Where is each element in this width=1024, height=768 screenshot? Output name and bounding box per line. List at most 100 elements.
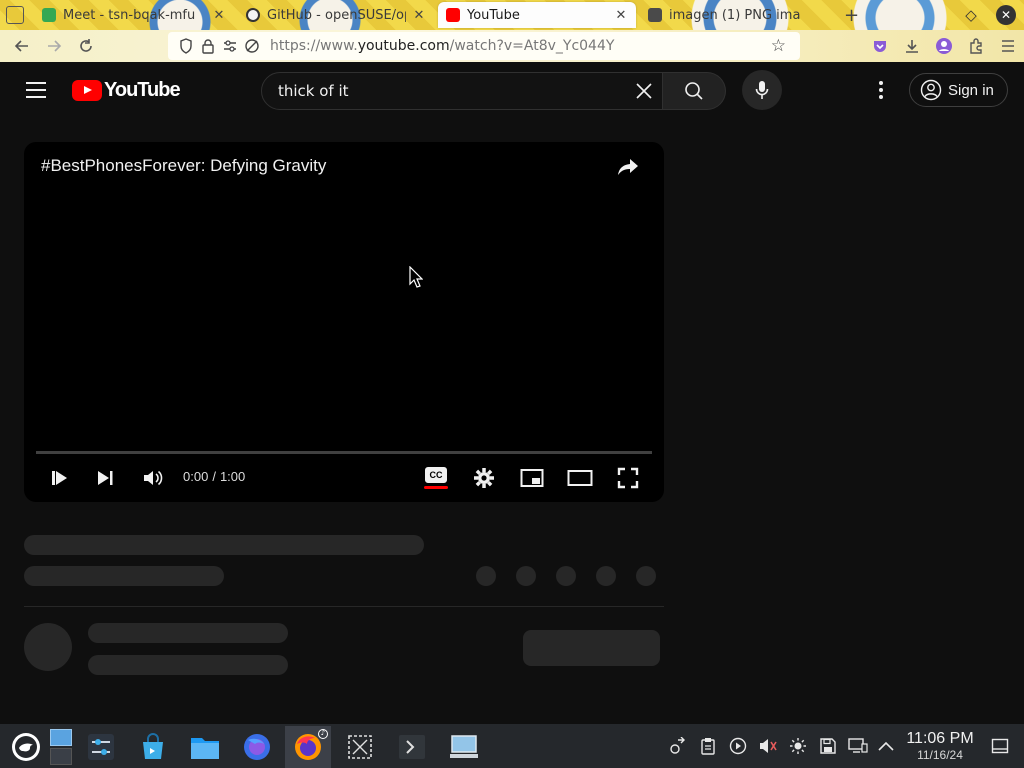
action-placeholder <box>636 566 656 586</box>
pocket-icon[interactable] <box>864 31 896 61</box>
youtube-logo[interactable]: YouTube <box>72 79 181 102</box>
search-button[interactable] <box>663 72 726 110</box>
mouse-cursor-icon <box>409 265 424 292</box>
volume-muted-icon[interactable] <box>758 736 778 756</box>
play-button[interactable] <box>46 462 72 494</box>
url-bar[interactable]: https://www.youtube.com/watch?v=At8v_Yc0… <box>168 32 800 60</box>
account-circle-icon <box>920 79 942 101</box>
desktop-pager-icon[interactable] <box>48 726 74 768</box>
clock[interactable]: 11:06 PM 11/16/24 <box>904 730 976 762</box>
new-tab-button[interactable]: + <box>836 2 876 28</box>
url-text[interactable]: https://www.youtube.com/watch?v=At8v_Yc0… <box>270 38 614 54</box>
url-host: youtube.com <box>357 38 450 54</box>
clipboard-icon[interactable] <box>698 736 718 756</box>
forward-icon[interactable] <box>39 31 69 61</box>
terminal-icon[interactable] <box>389 726 435 768</box>
screenshot-tool-icon[interactable] <box>337 726 383 768</box>
back-icon[interactable] <box>7 31 37 61</box>
show-hidden-icons-chevron-up-icon[interactable] <box>876 736 896 756</box>
sign-in-button[interactable]: Sign in <box>909 73 1008 107</box>
downloads-icon[interactable] <box>896 31 928 61</box>
minimize-icon[interactable]: ◇ <box>962 6 980 24</box>
logo-text: YouTube <box>104 79 181 101</box>
time-total: 1:00 <box>219 469 246 484</box>
image-favicon-icon <box>648 8 662 22</box>
channel-subs-placeholder <box>88 655 288 675</box>
settings-more-icon[interactable] <box>866 72 896 108</box>
next-button[interactable] <box>92 462 118 494</box>
time-display: 0:00/1:00 <box>183 469 245 484</box>
permissions-icon[interactable] <box>220 36 240 56</box>
tab-label: imagen (1) PNG ima <box>669 7 801 23</box>
wired-network-icon[interactable] <box>848 736 868 756</box>
subscribe-button-placeholder <box>523 630 660 666</box>
tab-youtube[interactable]: YouTube ✕ <box>438 2 636 28</box>
subtitles-button[interactable]: CC <box>422 462 450 494</box>
reload-icon[interactable] <box>71 31 101 61</box>
video-player[interactable]: #BestPhonesForever: Defying Gravity 0:00… <box>24 142 664 502</box>
firefox-blue-icon[interactable] <box>234 726 280 768</box>
tab-image[interactable]: imagen (1) PNG ima <box>640 2 828 28</box>
screen: Meet - tsn-bqak-mfu ✕ GitHub - openSUSE/… <box>0 0 1024 768</box>
url-path: /watch?v=At8v_Yc044Y <box>449 38 615 54</box>
divider <box>24 606 664 607</box>
autoplay-blocked-icon[interactable] <box>242 36 262 56</box>
mute-button[interactable] <box>139 462 167 494</box>
clock-date: 11/16/24 <box>917 748 963 762</box>
search-box <box>261 72 663 110</box>
tab-close-icon[interactable]: ✕ <box>212 8 226 23</box>
settings-button[interactable] <box>470 462 498 494</box>
tab-meet[interactable]: Meet - tsn-bqak-mfu ✕ <box>34 2 234 28</box>
fullscreen-icon <box>617 467 639 489</box>
lock-icon[interactable] <box>198 36 218 56</box>
system-settings-icon[interactable] <box>78 726 124 768</box>
media-player-icon[interactable] <box>728 736 748 756</box>
clear-search-icon[interactable] <box>626 73 662 109</box>
opensuse-launcher-icon[interactable] <box>4 726 48 768</box>
network-activity-icon[interactable] <box>668 736 688 756</box>
closed-captions-icon: CC <box>425 467 447 483</box>
account-icon[interactable] <box>928 31 960 61</box>
time-current: 0:00 <box>183 469 209 484</box>
bookmark-star-icon[interactable]: ☆ <box>771 36 786 56</box>
channel-name-placeholder <box>88 623 288 643</box>
youtube-play-logo-icon <box>72 80 102 101</box>
miniplayer-button[interactable] <box>518 462 546 494</box>
tab-list-icon[interactable] <box>6 6 24 24</box>
skip-next-icon <box>98 471 113 485</box>
audio-playing-icon: ♪ <box>318 729 328 739</box>
close-window-icon[interactable]: ✕ <box>996 5 1016 25</box>
action-placeholder <box>516 566 536 586</box>
voice-search-button[interactable] <box>742 70 782 110</box>
theater-mode-button[interactable] <box>565 462 595 494</box>
search-input[interactable] <box>262 73 626 109</box>
extensions-icon[interactable] <box>960 31 992 61</box>
meet-favicon-icon <box>42 8 56 22</box>
share-icon[interactable] <box>612 152 644 182</box>
file-manager-icon[interactable] <box>182 726 228 768</box>
save-disk-icon[interactable] <box>818 736 838 756</box>
show-desktop-icon[interactable] <box>990 736 1010 756</box>
tab-github[interactable]: GitHub - openSUSE/op ✕ <box>238 2 434 28</box>
github-favicon-icon <box>246 8 260 22</box>
toolbar-right <box>864 30 1024 62</box>
software-store-icon[interactable] <box>130 726 176 768</box>
brightness-icon[interactable] <box>788 736 808 756</box>
fullscreen-button[interactable] <box>614 462 642 494</box>
action-placeholder <box>556 566 576 586</box>
tab-close-icon[interactable]: ✕ <box>412 8 426 23</box>
guide-menu-icon[interactable] <box>26 82 46 98</box>
subtitle-placeholder <box>24 566 224 586</box>
cc-label: CC <box>429 470 443 480</box>
clock-time: 11:06 PM <box>906 730 974 747</box>
shield-icon[interactable] <box>176 36 196 56</box>
tab-label: Meet - tsn-bqak-mfu <box>63 7 196 23</box>
menu-icon[interactable] <box>992 31 1024 61</box>
sign-in-label: Sign in <box>948 81 994 99</box>
video-title[interactable]: #BestPhonesForever: Defying Gravity <box>41 156 326 176</box>
progress-bar[interactable] <box>36 451 652 454</box>
tab-close-icon[interactable]: ✕ <box>614 8 628 23</box>
firefox-icon[interactable]: ♪ <box>285 726 331 768</box>
remote-desktop-icon[interactable] <box>441 726 487 768</box>
channel-avatar-placeholder <box>24 623 72 671</box>
